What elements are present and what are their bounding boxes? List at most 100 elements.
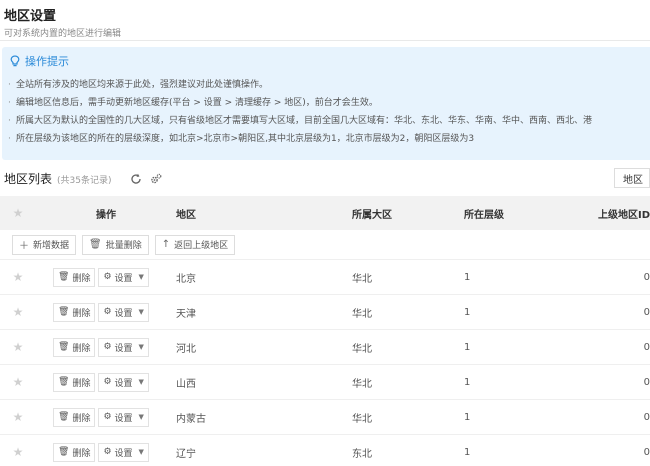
delete-button[interactable]: 🗑 删除 [53, 337, 96, 357]
region-level: 1 [464, 411, 471, 423]
back-parent-button[interactable]: ↑ 返回上级地区 [154, 234, 236, 255]
tip-line: 所属大区为默认的全国性的几大区域，只有省级地区才需要填写大区域，目前全国几大区域… [8, 112, 650, 130]
region-bigarea: 华北 [352, 413, 372, 425]
region-parent-id: 0 [643, 271, 650, 283]
settings-label: 设置 [114, 448, 133, 459]
row-actions: 🗑 删除 ⚙ 设置 ▼ [36, 302, 176, 322]
star-icon[interactable]: ★ [13, 445, 24, 459]
page-subtitle: 可对系统内置的地区进行编辑 [4, 29, 122, 39]
row-actions: 🗑 删除 ⚙ 设置 ▼ [36, 442, 176, 462]
region-parent-id: 0 [643, 411, 650, 423]
region-level: 1 [464, 341, 471, 353]
list-title: 地区列表 [4, 172, 53, 186]
gear-icon: ⚙ [103, 272, 112, 282]
table-row: ★ 🗑 删除 ⚙ 设置 ▼ 内蒙古 华北 1 0 [0, 400, 650, 435]
table-row: ★ 🗑 删除 ⚙ 设置 ▼ 河北 华北 1 0 [0, 330, 650, 365]
add-data-button[interactable]: ＋ 新增数据 [12, 234, 77, 255]
delete-label: 删除 [72, 273, 91, 284]
caret-down-icon: ▼ [138, 308, 144, 316]
delete-label: 删除 [72, 448, 91, 459]
delete-button[interactable]: 🗑 删除 [53, 267, 96, 287]
table-row: ★ 🗑 删除 ⚙ 设置 ▼ 辽宁 东北 1 0 [0, 435, 650, 466]
trash-icon: 🗑 [58, 377, 70, 387]
region-bigarea: 华北 [352, 308, 372, 320]
settings-dropdown[interactable]: ⚙ 设置 ▼ [98, 372, 149, 392]
tips-header[interactable]: 操作提示 [10, 53, 650, 69]
caret-down-icon: ▼ [138, 343, 144, 351]
tip-line: 所在层级为该地区的所在的层级深度，如北京>北京市>朝阳区,其中北京层级为1，北京… [8, 130, 650, 148]
tips-panel: 操作提示 全站所有涉及的地区均来源于此处，强烈建议对此处谨慎操作。 编辑地区信息… [2, 47, 650, 160]
region-parent-id: 0 [643, 446, 650, 458]
add-data-label: 新增数据 [33, 241, 70, 251]
star-column-header: ★ [0, 206, 36, 220]
region-name: 辽宁 [176, 448, 196, 460]
settings-label: 设置 [114, 378, 133, 389]
refresh-icon[interactable] [130, 173, 142, 185]
star-icon[interactable]: ★ [13, 340, 24, 354]
region-button[interactable]: 地区 [614, 168, 650, 188]
delete-button[interactable]: 🗑 删除 [53, 407, 96, 427]
gear-icon: ⚙ [103, 412, 112, 422]
list-tools [130, 173, 162, 185]
gear-icon: ⚙ [103, 307, 112, 317]
arrow-up-icon: ↑ [161, 239, 171, 250]
column-header-parent[interactable]: 上级地区ID [576, 206, 650, 221]
column-header-ops: 操作 [96, 209, 116, 221]
delete-label: 删除 [72, 308, 91, 319]
gear-icon: ⚙ [103, 447, 112, 457]
row-actions: 🗑 删除 ⚙ 设置 ▼ [36, 337, 176, 357]
star-icon[interactable]: ★ [13, 375, 24, 389]
star-icon[interactable]: ★ [13, 305, 24, 319]
row-actions: 🗑 删除 ⚙ 设置 ▼ [36, 267, 176, 287]
region-parent-id: 0 [643, 376, 650, 388]
trash-icon: 🗑 [58, 342, 70, 352]
column-header-name[interactable]: 地区 [176, 206, 352, 221]
trash-icon: 🗑 [58, 272, 70, 282]
table-body: ★ 🗑 删除 ⚙ 设置 ▼ 北京 华北 1 0 ★ 🗑 删除 ⚙ 设置 ▼ 天津… [0, 260, 650, 466]
tip-line: 编辑地区信息后，需手动更新地区缓存(平台 > 设置 > 清理缓存 > 地区)，前… [8, 94, 650, 112]
settings-label: 设置 [114, 308, 133, 319]
settings-dropdown[interactable]: ⚙ 设置 ▼ [98, 442, 149, 462]
region-parent-id: 0 [643, 341, 650, 353]
delete-button[interactable]: 🗑 删除 [53, 372, 96, 392]
table-row: ★ 🗑 删除 ⚙ 设置 ▼ 天津 华北 1 0 [0, 295, 650, 330]
table-row: ★ 🗑 删除 ⚙ 设置 ▼ 山西 华北 1 0 [0, 365, 650, 400]
star-icon[interactable]: ★ [13, 410, 24, 424]
caret-down-icon: ▼ [138, 448, 144, 456]
delete-button[interactable]: 🗑 删除 [53, 302, 96, 322]
region-name: 北京 [176, 273, 196, 285]
gears-icon[interactable] [150, 173, 162, 185]
gear-icon: ⚙ [103, 377, 112, 387]
delete-button[interactable]: 🗑 删除 [53, 442, 96, 462]
table-header: ★ 操作 地区 所属大区 所在层级 上级地区ID [0, 196, 650, 230]
plus-icon: ＋ [19, 241, 29, 252]
row-actions: 🗑 删除 ⚙ 设置 ▼ [36, 407, 176, 427]
settings-dropdown[interactable]: ⚙ 设置 ▼ [98, 407, 149, 427]
page-header: 地区设置 可对系统内置的地区进行编辑 [4, 5, 121, 39]
star-icon[interactable]: ★ [13, 270, 24, 284]
tips-title: 操作提示 [25, 55, 69, 68]
list-header: 地区列表 (共35条记录) 地区 [4, 168, 650, 188]
table-row: ★ 🗑 删除 ⚙ 设置 ▼ 北京 华北 1 0 [0, 260, 650, 295]
settings-label: 设置 [114, 413, 133, 424]
trash-icon: 🗑 [58, 447, 70, 457]
row-actions: 🗑 删除 ⚙ 设置 ▼ [36, 372, 176, 392]
region-bigarea: 东北 [352, 448, 372, 460]
column-header-bigarea[interactable]: 所属大区 [352, 206, 464, 221]
back-parent-label: 返回上级地区 [174, 241, 229, 251]
settings-dropdown[interactable]: ⚙ 设置 ▼ [98, 337, 149, 357]
tip-line: 全站所有涉及的地区均来源于此处，强烈建议对此处谨慎操作。 [8, 76, 650, 94]
batch-delete-label: 批量删除 [105, 241, 142, 251]
trash-icon: 🗑 [58, 412, 70, 422]
region-bigarea: 华北 [352, 378, 372, 390]
gear-icon: ⚙ [103, 342, 112, 352]
delete-label: 删除 [72, 378, 91, 389]
column-header-level[interactable]: 所在层级 [464, 206, 576, 221]
trash-icon: 🗑 [58, 307, 70, 317]
settings-dropdown[interactable]: ⚙ 设置 ▼ [98, 267, 149, 287]
region-bigarea: 华北 [352, 273, 372, 285]
settings-dropdown[interactable]: ⚙ 设置 ▼ [98, 302, 149, 322]
page-title: 地区设置 [4, 9, 57, 24]
batch-delete-button[interactable]: 🗑 批量删除 [82, 234, 149, 255]
region-bigarea: 华北 [352, 343, 372, 355]
